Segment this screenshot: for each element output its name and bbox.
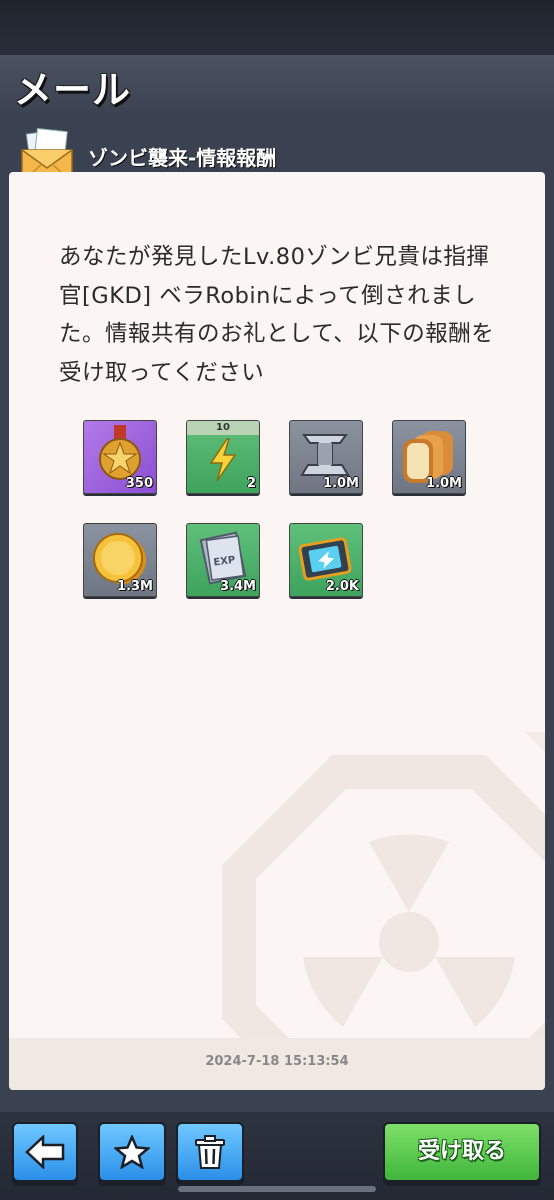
reward-item[interactable]: 10 2 <box>186 420 260 494</box>
reward-qty: 3.4M <box>220 579 256 594</box>
arrow-left-icon <box>25 1135 65 1169</box>
reward-item[interactable]: 1.0M <box>392 420 466 494</box>
claim-button[interactable]: 受け取る <box>383 1122 541 1182</box>
delete-button[interactable] <box>176 1122 244 1182</box>
reward-item[interactable]: 1.0M <box>289 420 363 494</box>
reward-qty: 1.0M <box>426 476 462 491</box>
mail-subject: ゾンビ襲来-情報報酬 <box>88 146 277 170</box>
reward-item[interactable]: 350 <box>83 420 157 494</box>
trash-icon <box>195 1135 225 1169</box>
reward-item[interactable]: 1.3M <box>83 523 157 597</box>
reward-item[interactable]: EXP 3.4M <box>186 523 260 597</box>
mail-body-text: あなたが発見したLv.80ゾンビ兄貴は指揮官[GKD] ベラRobinによって倒… <box>59 244 495 386</box>
reward-qty: 1.3M <box>117 579 153 594</box>
claim-button-label: 受け取る <box>417 1139 506 1164</box>
star-icon <box>114 1135 150 1169</box>
page-header: メール <box>0 55 554 114</box>
reward-qty: 2 <box>246 476 256 491</box>
favorite-button[interactable] <box>98 1122 166 1182</box>
mail-card: あなたが発見したLv.80ゾンビ兄貴は指揮官[GKD] ベラRobinによって倒… <box>9 172 545 1090</box>
back-button[interactable] <box>12 1122 78 1182</box>
reward-qty: 1.0M <box>323 476 359 491</box>
reward-item[interactable]: 2.0K <box>289 523 363 597</box>
reward-qty: 350 <box>125 476 153 491</box>
mail-footer: 2024-7-18 15:13:54 <box>9 1038 545 1090</box>
status-bar <box>0 0 554 55</box>
reward-qty: 2.0K <box>325 579 359 594</box>
mail-timestamp: 2024-7-18 15:13:54 <box>205 1054 349 1069</box>
page-title: メール <box>14 68 132 112</box>
radiation-watermark-icon <box>222 732 545 1090</box>
home-indicator[interactable] <box>178 1186 376 1192</box>
